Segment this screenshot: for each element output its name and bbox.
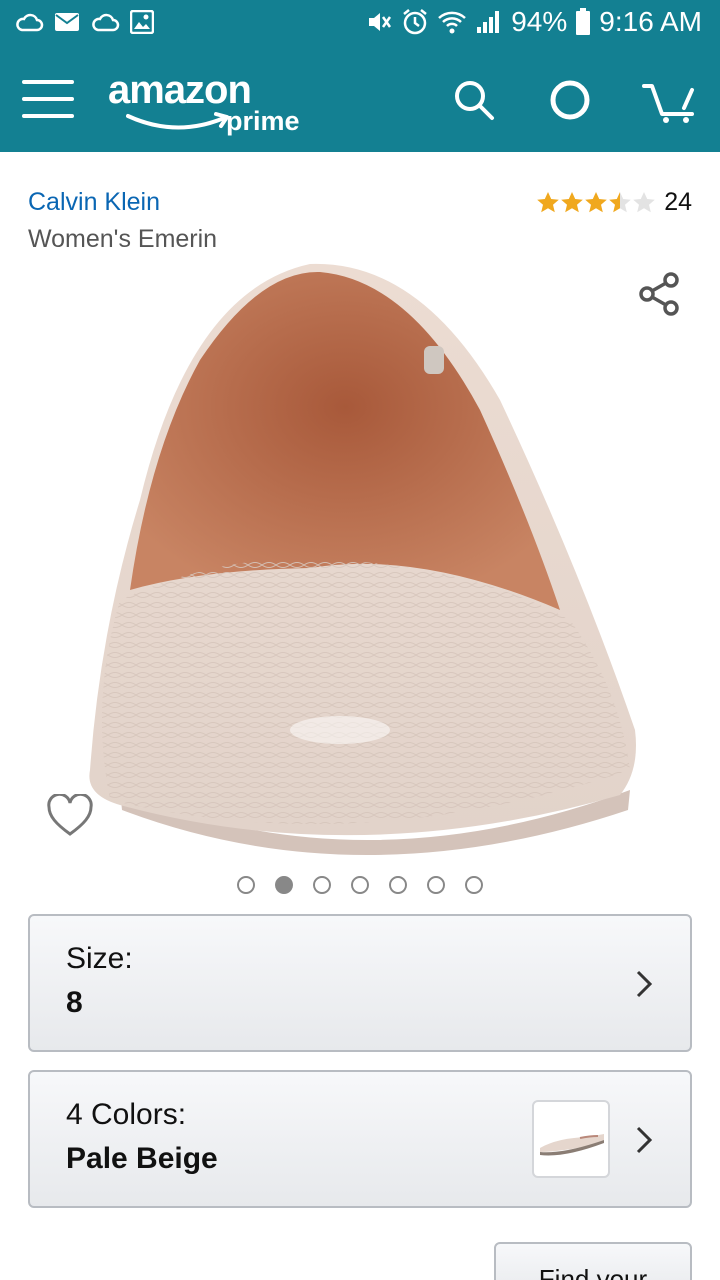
wishlist-heart-icon[interactable] [46,792,94,838]
rating-count: 24 [664,188,692,216]
size-selector[interactable]: Size: 8 [28,914,692,1052]
image-carousel-dots [0,876,720,894]
chevron-right-icon [636,970,653,998]
battery-icon [575,8,591,36]
mail-icon [54,11,80,33]
carousel-dot-active[interactable] [275,876,293,894]
carousel-dot[interactable] [465,876,483,894]
size-label: Size: [66,942,133,975]
color-value: Pale Beige [66,1142,218,1175]
color-selector[interactable]: 4 Colors: Pale Beige [28,1070,692,1208]
mute-icon [365,8,393,36]
alexa-icon[interactable] [546,76,594,124]
cart-icon[interactable] [642,76,700,124]
logo-sub: prime [226,106,300,136]
menu-icon[interactable] [22,80,74,122]
brand-link[interactable]: Calvin Klein [28,188,160,217]
search-icon[interactable] [450,76,498,124]
image-icon [130,10,154,34]
carousel-dot[interactable] [313,876,331,894]
cloud-icon [90,11,120,33]
carousel-dot[interactable] [237,876,255,894]
alarm-icon [401,8,429,36]
star-rating-icon [536,190,656,216]
smile-arrow-icon [126,112,229,130]
cloud-icon [14,11,44,33]
rating[interactable]: 24 [536,188,692,217]
carousel-dot[interactable] [351,876,369,894]
status-bar: 94% 9:16 AM [0,0,720,48]
size-value: 8 [66,986,83,1019]
amazon-prime-logo[interactable]: amazon prime [108,68,308,138]
carousel-dot[interactable] [389,876,407,894]
product-image[interactable] [80,250,650,870]
signal-icon [475,9,503,35]
find-your-size-button[interactable]: Find your [494,1242,692,1280]
color-swatch-image [532,1100,610,1178]
clock: 9:16 AM [599,6,702,37]
system-icons: 94% 9:16 AM [365,6,702,38]
color-label: 4 Colors: [66,1098,187,1131]
wifi-icon [437,9,467,35]
chevron-right-icon [636,1126,653,1154]
app-bar: amazon prime [0,48,720,152]
carousel-dot[interactable] [427,876,445,894]
battery-percent: 94% [511,6,568,37]
notification-icons [14,10,154,34]
